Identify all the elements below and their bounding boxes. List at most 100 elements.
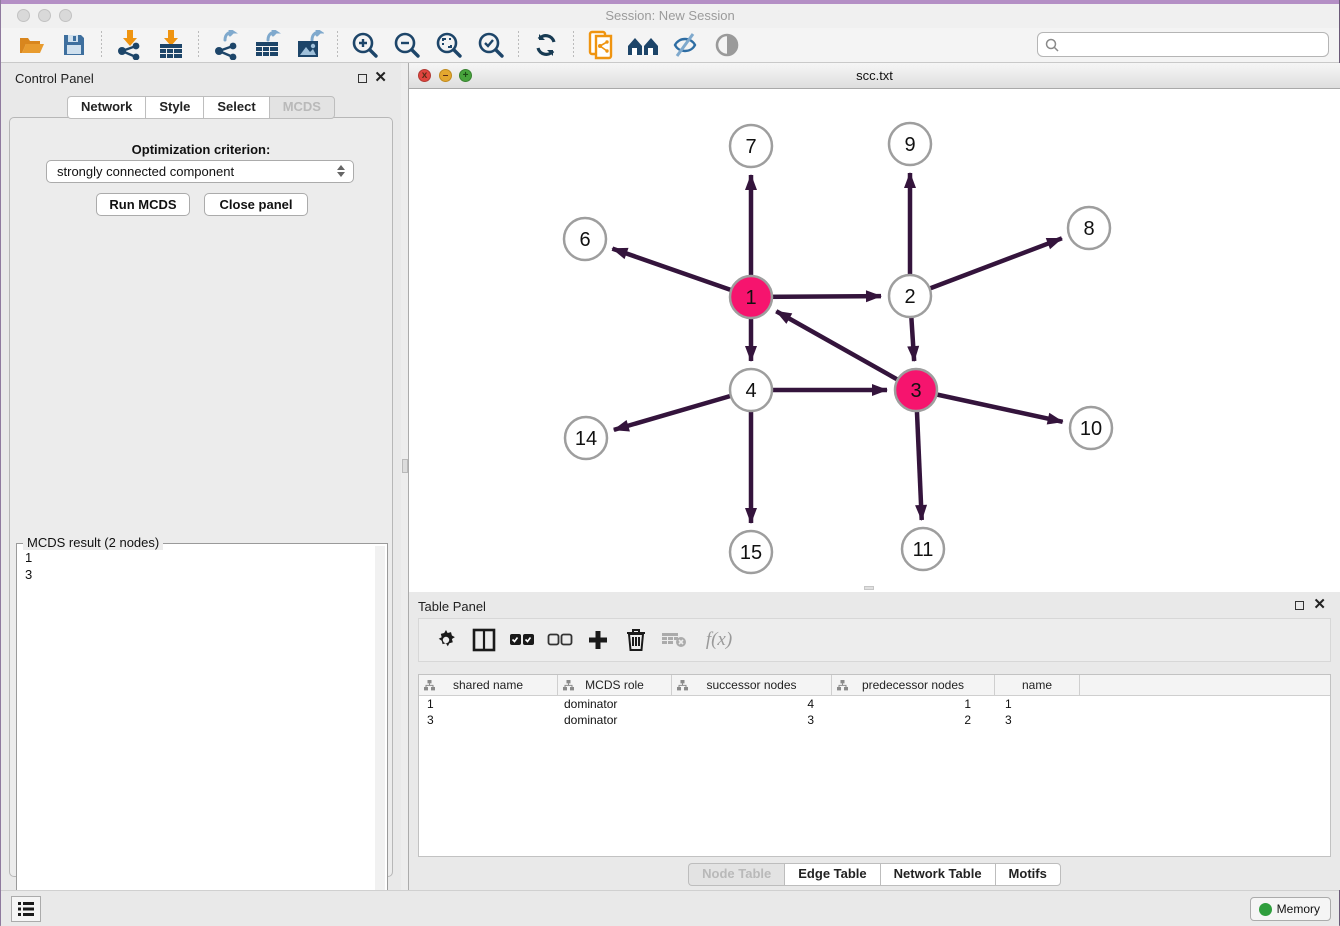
control-panel: Control Panel ✕ NetworkStyleSelectMCDS O… (1, 63, 401, 890)
table-row[interactable]: 3dominator323 (419, 712, 1330, 728)
birds-eye-view-icon[interactable] (709, 30, 745, 60)
tab-network[interactable]: Network (67, 96, 145, 119)
table-row[interactable]: 1dominator411 (419, 696, 1330, 712)
tab-node-table[interactable]: Node Table (688, 863, 784, 886)
network-window-titlebar[interactable]: x – + scc.txt (409, 63, 1340, 89)
network-view-window: x – + scc.txt 7 9 6 8 1 2 4 3 14 10 15 11 (409, 63, 1340, 592)
splitter-handle[interactable] (402, 459, 408, 473)
tab-mcds[interactable]: MCDS (269, 96, 335, 119)
tab-motifs[interactable]: Motifs (995, 863, 1061, 886)
graph-node-1[interactable]: 1 (730, 276, 772, 318)
svg-text:2: 2 (904, 286, 915, 308)
export-table-icon[interactable] (250, 30, 286, 60)
delete-table-icon[interactable] (659, 625, 689, 655)
graph-node-8[interactable]: 8 (1068, 207, 1110, 249)
selected-option: strongly connected component (57, 164, 234, 179)
settings-icon[interactable] (431, 625, 461, 655)
optimization-criterion-select[interactable]: strongly connected component (46, 160, 354, 183)
zoom-selected-icon[interactable] (473, 30, 509, 60)
search-box[interactable] (1037, 32, 1329, 57)
zoom-out-icon[interactable] (389, 30, 425, 60)
memory-status-icon (1259, 903, 1272, 916)
zoom-in-icon[interactable] (347, 30, 383, 60)
result-scrollbar[interactable] (375, 546, 385, 923)
clone-network-icon[interactable] (583, 30, 619, 60)
save-session-icon[interactable] (56, 30, 92, 60)
graph-node-15[interactable]: 15 (730, 531, 772, 573)
network-graph[interactable]: 7 9 6 8 1 2 4 3 14 10 15 11 (409, 89, 1340, 592)
graph-node-14[interactable]: 14 (565, 417, 607, 459)
svg-text:14: 14 (575, 428, 597, 450)
network-window-title: scc.txt (409, 68, 1340, 83)
float-table-panel-icon[interactable] (1295, 601, 1304, 610)
graph-node-4[interactable]: 4 (730, 369, 772, 411)
hierarchy-icon (563, 680, 574, 691)
first-neighbors-icon[interactable] (625, 30, 661, 60)
control-panel-title: Control Panel (15, 71, 94, 86)
edge-3-10[interactable] (916, 390, 1063, 422)
column-header-name[interactable]: name (995, 675, 1080, 695)
table-cell: 2 (832, 712, 995, 728)
import-table-icon[interactable] (153, 30, 189, 60)
graph-node-3[interactable]: 3 (895, 369, 937, 411)
mcds-result-group: MCDS result (2 nodes) 13 (16, 543, 388, 926)
run-mcds-button[interactable]: Run MCDS (96, 193, 190, 216)
graph-node-10[interactable]: 10 (1070, 407, 1112, 449)
edge-3-1[interactable] (776, 311, 916, 390)
tab-style[interactable]: Style (145, 96, 203, 119)
zoom-fit-icon[interactable] (431, 30, 467, 60)
tab-edge-table[interactable]: Edge Table (784, 863, 879, 886)
svg-text:11: 11 (913, 539, 934, 561)
tab-network-table[interactable]: Network Table (880, 863, 995, 886)
delete-column-icon[interactable] (621, 625, 651, 655)
split-view-icon[interactable] (469, 625, 499, 655)
memory-label: Memory (1277, 902, 1320, 916)
export-network-icon[interactable] (208, 30, 244, 60)
column-header-shared-name[interactable]: shared name (419, 675, 558, 695)
close-panel-button[interactable]: Close panel (204, 193, 308, 216)
column-header-predecessor-nodes[interactable]: predecessor nodes (832, 675, 995, 695)
select-spinner-icon (337, 165, 345, 177)
graph-node-7[interactable]: 7 (730, 125, 772, 167)
search-input[interactable] (1060, 38, 1328, 52)
optimization-criterion-label: Optimization criterion: (10, 142, 392, 157)
open-session-icon[interactable] (14, 30, 50, 60)
refresh-layout-icon[interactable] (528, 30, 564, 60)
graph-node-6[interactable]: 6 (564, 218, 606, 260)
network-resize-handle[interactable] (864, 586, 874, 590)
table-cell: 3 (995, 712, 1080, 728)
table-toolbar: f(x) (418, 618, 1331, 662)
close-table-panel-icon[interactable]: ✕ (1313, 595, 1326, 613)
close-panel-icon[interactable]: ✕ (374, 68, 387, 86)
vertical-splitter[interactable] (401, 63, 409, 890)
column-header-MCDS-role[interactable]: MCDS role (558, 675, 672, 695)
graph-node-2[interactable]: 2 (889, 275, 931, 317)
float-panel-icon[interactable] (358, 74, 367, 83)
export-image-icon[interactable] (292, 30, 328, 60)
hierarchy-icon (424, 680, 435, 691)
column-header-successor-nodes[interactable]: successor nodes (672, 675, 832, 695)
toolbar-separator (337, 31, 338, 59)
table-cell: dominator (558, 712, 672, 728)
task-history-button[interactable] (11, 896, 41, 922)
hide-details-icon[interactable] (667, 30, 703, 60)
import-network-icon[interactable] (111, 30, 147, 60)
hierarchy-icon (837, 680, 848, 691)
edge-2-8[interactable] (910, 238, 1062, 296)
network-canvas[interactable]: 7 9 6 8 1 2 4 3 14 10 15 11 (409, 89, 1340, 592)
graph-node-9[interactable]: 9 (889, 123, 931, 165)
deselect-all-icon[interactable] (545, 625, 575, 655)
graph-node-11[interactable]: 11 (902, 528, 944, 570)
svg-text:1: 1 (745, 287, 756, 309)
toolbar-separator (573, 31, 574, 59)
tab-select[interactable]: Select (203, 96, 268, 119)
memory-button[interactable]: Memory (1250, 897, 1331, 921)
node-table[interactable]: shared nameMCDS rolesuccessor nodesprede… (418, 674, 1331, 857)
add-column-icon[interactable] (583, 625, 613, 655)
function-builder-icon[interactable]: f(x) (697, 625, 741, 655)
hierarchy-icon (677, 680, 688, 691)
select-all-icon[interactable] (507, 625, 537, 655)
main-toolbar (1, 28, 1339, 63)
mcds-panel: Optimization criterion: strongly connect… (9, 117, 393, 877)
svg-text:8: 8 (1083, 218, 1094, 240)
